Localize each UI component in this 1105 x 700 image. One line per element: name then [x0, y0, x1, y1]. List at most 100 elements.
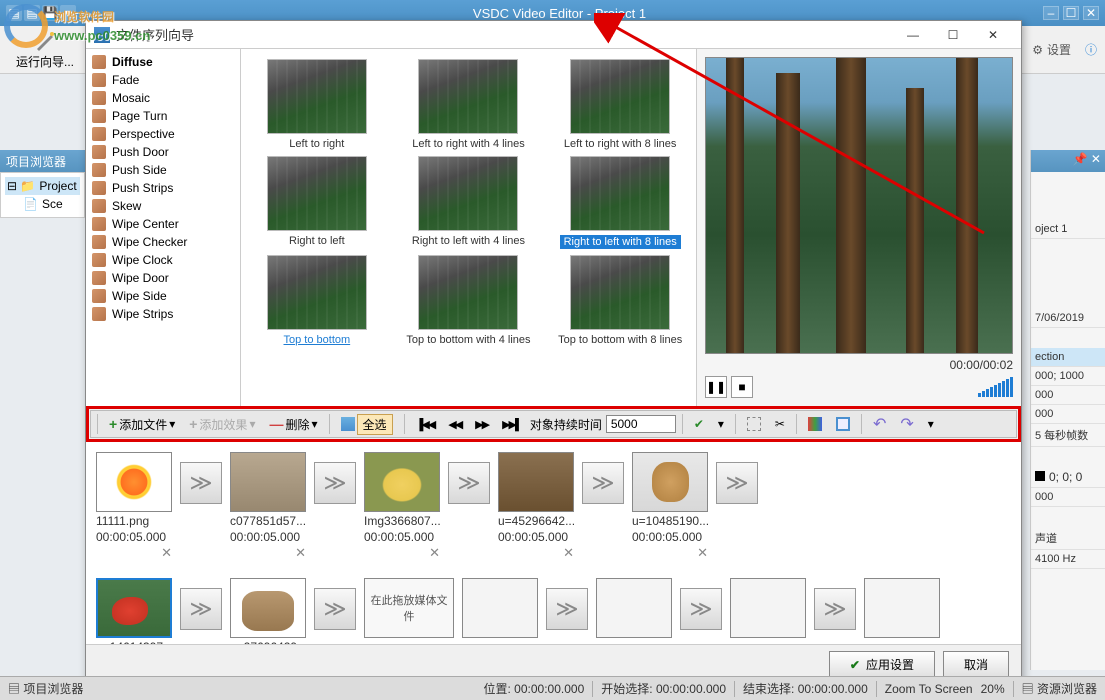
close-button[interactable]: ✕	[1083, 6, 1099, 20]
qa-icon-3[interactable]: 💾	[42, 5, 58, 21]
transition-thumb[interactable]: Top to bottom with 4 lines	[403, 255, 535, 346]
select-all-button[interactable]: 全选	[336, 411, 398, 438]
storyboard-item[interactable]: u=10485190...00:00:05.000✕	[632, 452, 708, 562]
scene-node[interactable]: 📄 Sce	[5, 195, 80, 213]
storyboard-item[interactable]: Img3366807...00:00:05.000✕	[364, 452, 440, 562]
add-file-button[interactable]: +添加文件 ▾	[104, 413, 180, 436]
transition-thumb[interactable]: Left to right with 8 lines	[554, 59, 686, 150]
dialog-minimize-button[interactable]: —	[893, 21, 933, 49]
effect-item-push-strips[interactable]: Push Strips	[86, 179, 240, 197]
transition-slot[interactable]: ≫	[314, 462, 356, 504]
transition-slot[interactable]: ≫	[582, 462, 624, 504]
apply-check-button[interactable]: ✔	[689, 414, 709, 434]
pause-button[interactable]: ❚❚	[705, 376, 727, 398]
effect-item-wipe-strips[interactable]: Wipe Strips	[86, 305, 240, 323]
effect-item-wipe-clock[interactable]: Wipe Clock	[86, 251, 240, 269]
effect-item-push-side[interactable]: Push Side	[86, 161, 240, 179]
clip-delete-icon[interactable]: ✕	[429, 545, 440, 562]
storyboard-empty-slot[interactable]	[864, 578, 940, 638]
project-browser-header: 项目浏览器	[0, 150, 85, 172]
transition-slot[interactable]: ≫	[546, 588, 588, 630]
transition-thumb[interactable]: Left to right	[251, 59, 383, 150]
transition-slot[interactable]: ≫	[180, 588, 222, 630]
effect-item-wipe-door[interactable]: Wipe Door	[86, 269, 240, 287]
effect-item-fade[interactable]: Fade	[86, 71, 240, 89]
clip-delete-icon[interactable]: ✕	[161, 545, 172, 562]
delete-button[interactable]: —删除 ▾	[264, 413, 322, 436]
storyboard-item[interactable]: u=14614397...00:00:05.000✕	[96, 578, 172, 644]
drop-placeholder[interactable]: 在此拖放媒体文件	[364, 578, 454, 638]
clip-delete-icon[interactable]: ✕	[697, 545, 708, 562]
cancel-button[interactable]: 取消	[943, 651, 1009, 678]
info-button[interactable]: ⓘ	[1085, 41, 1097, 58]
effect-item-skew[interactable]: Skew	[86, 197, 240, 215]
transition-slot[interactable]: ≫	[180, 462, 222, 504]
maximize-button[interactable]: ☐	[1063, 6, 1079, 20]
crop-button[interactable]	[742, 414, 766, 434]
transition-slot[interactable]: ≫	[680, 588, 722, 630]
storyboard-item[interactable]: 11111.png00:00:05.000✕	[96, 452, 172, 562]
clip-delete-icon[interactable]: ✕	[295, 545, 306, 562]
storyboard-empty-slot[interactable]	[462, 578, 538, 638]
dropdown-arrow[interactable]: ▾	[713, 414, 729, 434]
settings-button[interactable]: ⚙ 设置	[1032, 41, 1071, 58]
transition-thumb[interactable]: Top to bottom with 8 lines	[554, 255, 686, 346]
effect-item-mosaic[interactable]: Mosaic	[86, 89, 240, 107]
nav-last-button[interactable]: ▶▶▌	[497, 415, 526, 434]
apply-settings-button[interactable]: ✔应用设置	[829, 651, 935, 678]
project-node[interactable]: ⊟ 📁 Project	[5, 177, 80, 195]
effect-item-wipe-side[interactable]: Wipe Side	[86, 287, 240, 305]
transition-thumb[interactable]: Left to right with 4 lines	[403, 59, 535, 150]
more-button[interactable]: ▾	[923, 414, 939, 434]
dialog-close-button[interactable]: ✕	[973, 21, 1013, 49]
duration-input[interactable]	[606, 415, 676, 433]
transition-slot[interactable]: ≫	[716, 462, 758, 504]
sb-resource-browser-tab[interactable]: ▤ 资源浏览器	[1022, 680, 1097, 697]
run-wizard-button[interactable]: 运行向导...	[8, 27, 82, 72]
qa-icon-1[interactable]: ▤	[6, 5, 22, 21]
transition-thumb[interactable]: Top to bottom	[251, 255, 383, 346]
undo-button[interactable]: ↶	[868, 411, 891, 437]
storyboard-empty-slot[interactable]	[596, 578, 672, 638]
nav-prev-button[interactable]: ◀◀	[443, 415, 466, 434]
transition-slot[interactable]: ≫	[314, 588, 356, 630]
storyboard-item[interactable]: u=27696429...00:00:05.000✕	[230, 578, 306, 644]
effect-item-page-turn[interactable]: Page Turn	[86, 107, 240, 125]
preview-timecode: 00:00/00:02	[705, 354, 1013, 376]
sb-project-browser-tab[interactable]: ▤ 项目浏览器	[8, 680, 83, 697]
screen-button[interactable]	[831, 414, 855, 434]
storyboard-item[interactable]: c077851d57...00:00:05.000✕	[230, 452, 306, 562]
transition-thumb[interactable]: Right to left	[251, 156, 383, 249]
effect-icon	[92, 289, 106, 303]
effect-item-diffuse[interactable]: Diffuse	[86, 53, 240, 71]
dialog-titlebar[interactable]: 文件序列向导 — ☐ ✕	[86, 21, 1021, 49]
transition-slot[interactable]: ≫	[448, 462, 490, 504]
transition-slot[interactable]: ≫	[814, 588, 856, 630]
volume-indicator[interactable]	[978, 377, 1013, 397]
run-wizard-label: 运行向导...	[16, 53, 74, 70]
nav-first-button[interactable]: ▐◀◀	[411, 415, 440, 434]
effect-item-push-door[interactable]: Push Door	[86, 143, 240, 161]
dialog-maximize-button[interactable]: ☐	[933, 21, 973, 49]
effect-item-wipe-center[interactable]: Wipe Center	[86, 215, 240, 233]
cut-button[interactable]: ✂	[770, 414, 790, 434]
sb-zoom-label[interactable]: Zoom To Screen	[885, 682, 973, 696]
qa-icon-2[interactable]: ▤	[24, 5, 40, 21]
color-button[interactable]	[803, 414, 827, 434]
clip-delete-icon[interactable]: ✕	[563, 545, 574, 562]
transition-thumb[interactable]: Right to left with 4 lines	[403, 156, 535, 249]
qa-icon-4[interactable]: ▾	[60, 5, 76, 21]
minimize-button[interactable]: –	[1043, 6, 1059, 20]
redo-button[interactable]: ↷	[895, 411, 918, 437]
storyboard-item[interactable]: u=45296642...00:00:05.000✕	[498, 452, 574, 562]
stop-button[interactable]: ■	[731, 376, 753, 398]
nav-next-button[interactable]: ▶▶	[470, 415, 493, 434]
effect-item-wipe-checker[interactable]: Wipe Checker	[86, 233, 240, 251]
storyboard-empty-slot[interactable]	[730, 578, 806, 638]
effects-list[interactable]: DiffuseFadeMosaicPage TurnPerspectivePus…	[86, 49, 241, 406]
pin-icon[interactable]: 📌 ✕	[1069, 150, 1105, 168]
clip-thumb	[230, 452, 306, 512]
add-effect-button[interactable]: +添加效果 ▾	[184, 413, 260, 436]
effect-item-perspective[interactable]: Perspective	[86, 125, 240, 143]
transition-thumb[interactable]: Right to left with 8 lines	[554, 156, 686, 249]
